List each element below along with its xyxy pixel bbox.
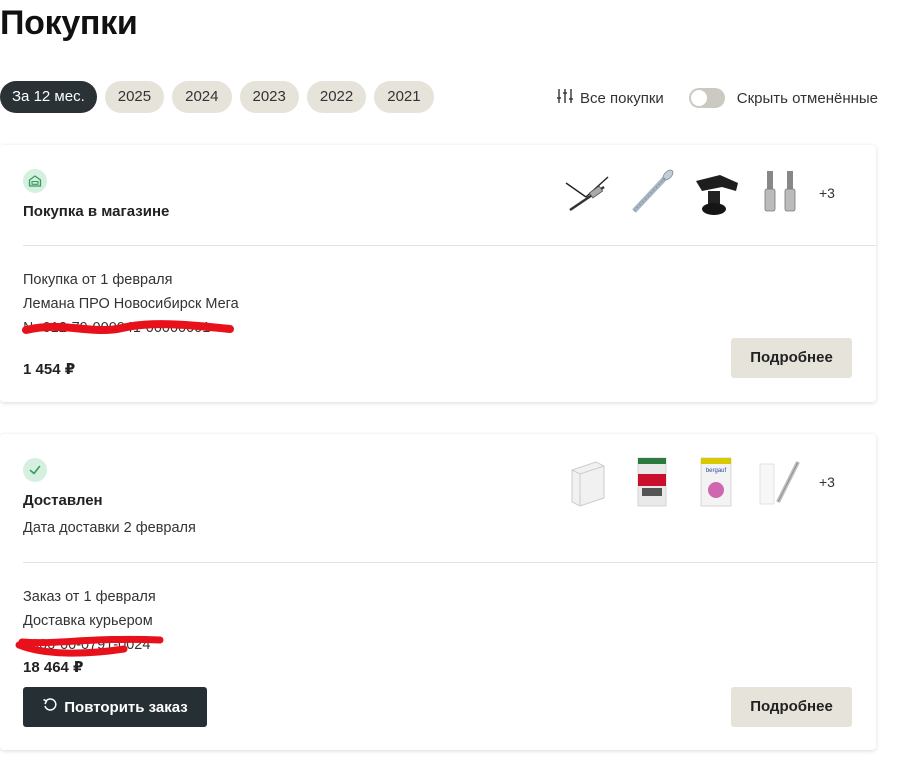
drill-bit-icon [560,165,616,221]
details-button[interactable]: Подробнее [731,687,852,727]
order-heading: Покупка в магазине [23,203,170,220]
rod-icon [752,454,808,510]
repeat-order-button[interactable]: Повторить заказ [23,687,207,727]
clamp-icon [688,165,744,221]
hide-cancelled-label: Скрыть отменённые [736,89,879,107]
hide-cancelled-control: Скрыть отменённые [688,88,879,108]
toggle-knob [690,90,707,106]
filter-chip-2025[interactable]: 2025 [104,81,165,113]
filter-chip-2022[interactable]: 2022 [306,81,367,113]
all-purchases-button[interactable]: Все покупки [556,87,664,109]
order-number: 0000-00-0791-0024 [23,637,151,653]
filter-chip-2024[interactable]: 2024 [172,81,232,113]
order-date: Заказ от 1 февраля [23,589,156,605]
check-icon [23,458,47,482]
order-card-delivered: Доставлен Дата доставки 2 февраля bergau… [0,434,876,750]
block-icon [560,454,616,510]
filter-chip-2023[interactable]: 2023 [239,81,299,113]
more-items-count: +3 [819,474,835,490]
repeat-icon [42,697,58,717]
order-date: Покупка от 1 февраля [23,272,173,288]
period-filters: За 12 мес. 2025 2024 2023 2022 2021 [0,81,434,113]
delivery-method: Доставка курьером [23,613,153,629]
order-card-store-purchase: Покупка в магазине +3 Покупка от 1 февра… [0,145,876,402]
card-divider [23,562,876,563]
plaster-bag-icon: bergauf [688,454,744,510]
list-controls: Все покупки Скрыть отменённые [556,86,878,110]
filter-chip-12-months[interactable]: За 12 мес. [0,81,97,113]
product-thumbnails[interactable]: +3 [560,165,835,221]
page-title: Покупки [0,4,138,42]
order-number: № 012-79-000041-00000001 [23,320,211,336]
hide-cancelled-toggle[interactable] [688,88,725,108]
store-name: Лемана ПРО Новосибирск Мега [23,296,239,312]
order-total: 18 464 ₽ [23,659,84,676]
store-icon [23,169,47,193]
card-divider [23,245,876,246]
sliders-icon [556,87,574,109]
order-status: Доставлен [23,492,103,509]
filter-chip-2021[interactable]: 2021 [374,81,434,113]
more-items-count: +3 [819,185,835,201]
repeat-order-label: Повторить заказ [64,698,188,716]
details-button[interactable]: Подробнее [731,338,852,378]
screw-icon [624,165,680,221]
svg-text:bergauf: bergauf [706,468,727,474]
socket-bits-icon [752,165,808,221]
delivery-date: Дата доставки 2 февраля [23,520,196,536]
all-purchases-label: Все покупки [580,89,664,107]
order-total: 1 454 ₽ [23,361,76,378]
product-thumbnails[interactable]: bergauf +3 [560,454,835,510]
cement-bag-icon [624,454,680,510]
